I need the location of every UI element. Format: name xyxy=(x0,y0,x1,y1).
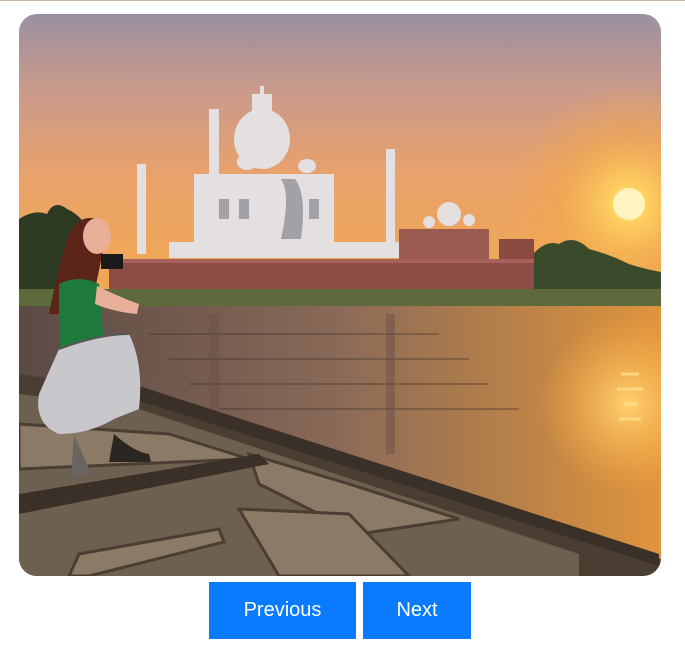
previous-button[interactable]: Previous xyxy=(209,582,356,639)
slideshow-controls: Previous Next xyxy=(209,582,471,639)
next-button[interactable]: Next xyxy=(363,582,471,639)
slide-image xyxy=(19,14,661,576)
top-divider xyxy=(0,0,685,1)
